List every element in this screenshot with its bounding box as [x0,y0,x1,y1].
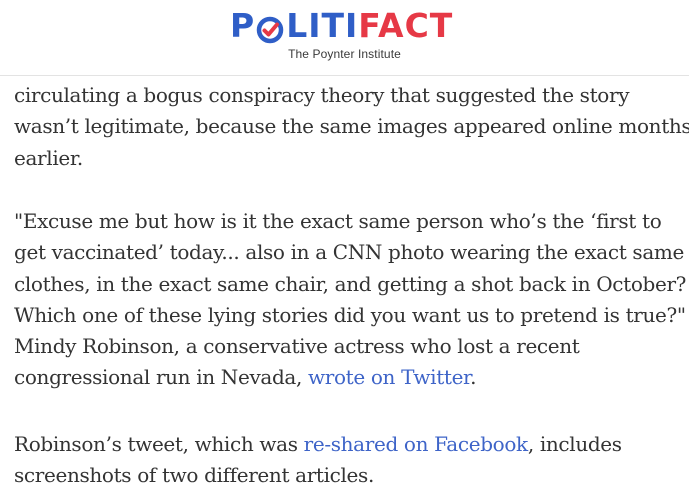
logo-text-fact: FACT [358,6,454,45]
quote-paragraph: "Excuse me but how is it the exact same … [14,206,687,394]
text-line: Which one of these lying stories did you… [14,302,686,327]
twitter-link[interactable]: wrote on Twitter [308,365,470,389]
text-line: screenshots of two different articles. [14,463,374,488]
text-fragment: . [470,365,477,390]
facebook-link[interactable]: re-shared on Facebook [304,432,529,456]
text-line: wasn’t legitimate, because the same imag… [14,114,689,139]
site-header: P LITI FACT The Poynter Institute [0,0,689,76]
logo-text-p: P [230,6,256,45]
politifact-logo[interactable]: P LITI FACT [230,6,453,46]
text-line: Mindy Robinson, a conservative actress w… [14,334,580,359]
text-line: congressional run in Nevada, wrote on Tw… [14,362,687,393]
text-line: get vaccinated’ today... also in a CNN p… [14,240,685,265]
check-o-icon [256,13,284,44]
paragraph: Robinson’s tweet, which was re-shared on… [14,429,687,492]
text-line: earlier. [14,145,83,170]
text-line: circulating a bogus conspiracy theory th… [14,83,630,107]
text-fragment: , includes [527,432,622,456]
logo-text-liti: LITI [286,6,359,45]
paragraph: circulating a bogus conspiracy theory th… [14,80,689,174]
text-fragment: Robinson’s tweet, which was [14,432,304,456]
text-line: clothes, in the exact same chair, and ge… [14,271,687,296]
text-line: "Excuse me but how is it the exact same … [14,209,662,233]
text-fragment: congressional run in Nevada, [14,365,309,390]
tagline: The Poynter Institute [288,47,401,61]
text-line: Robinson’s tweet, which was re-shared on… [14,429,687,460]
